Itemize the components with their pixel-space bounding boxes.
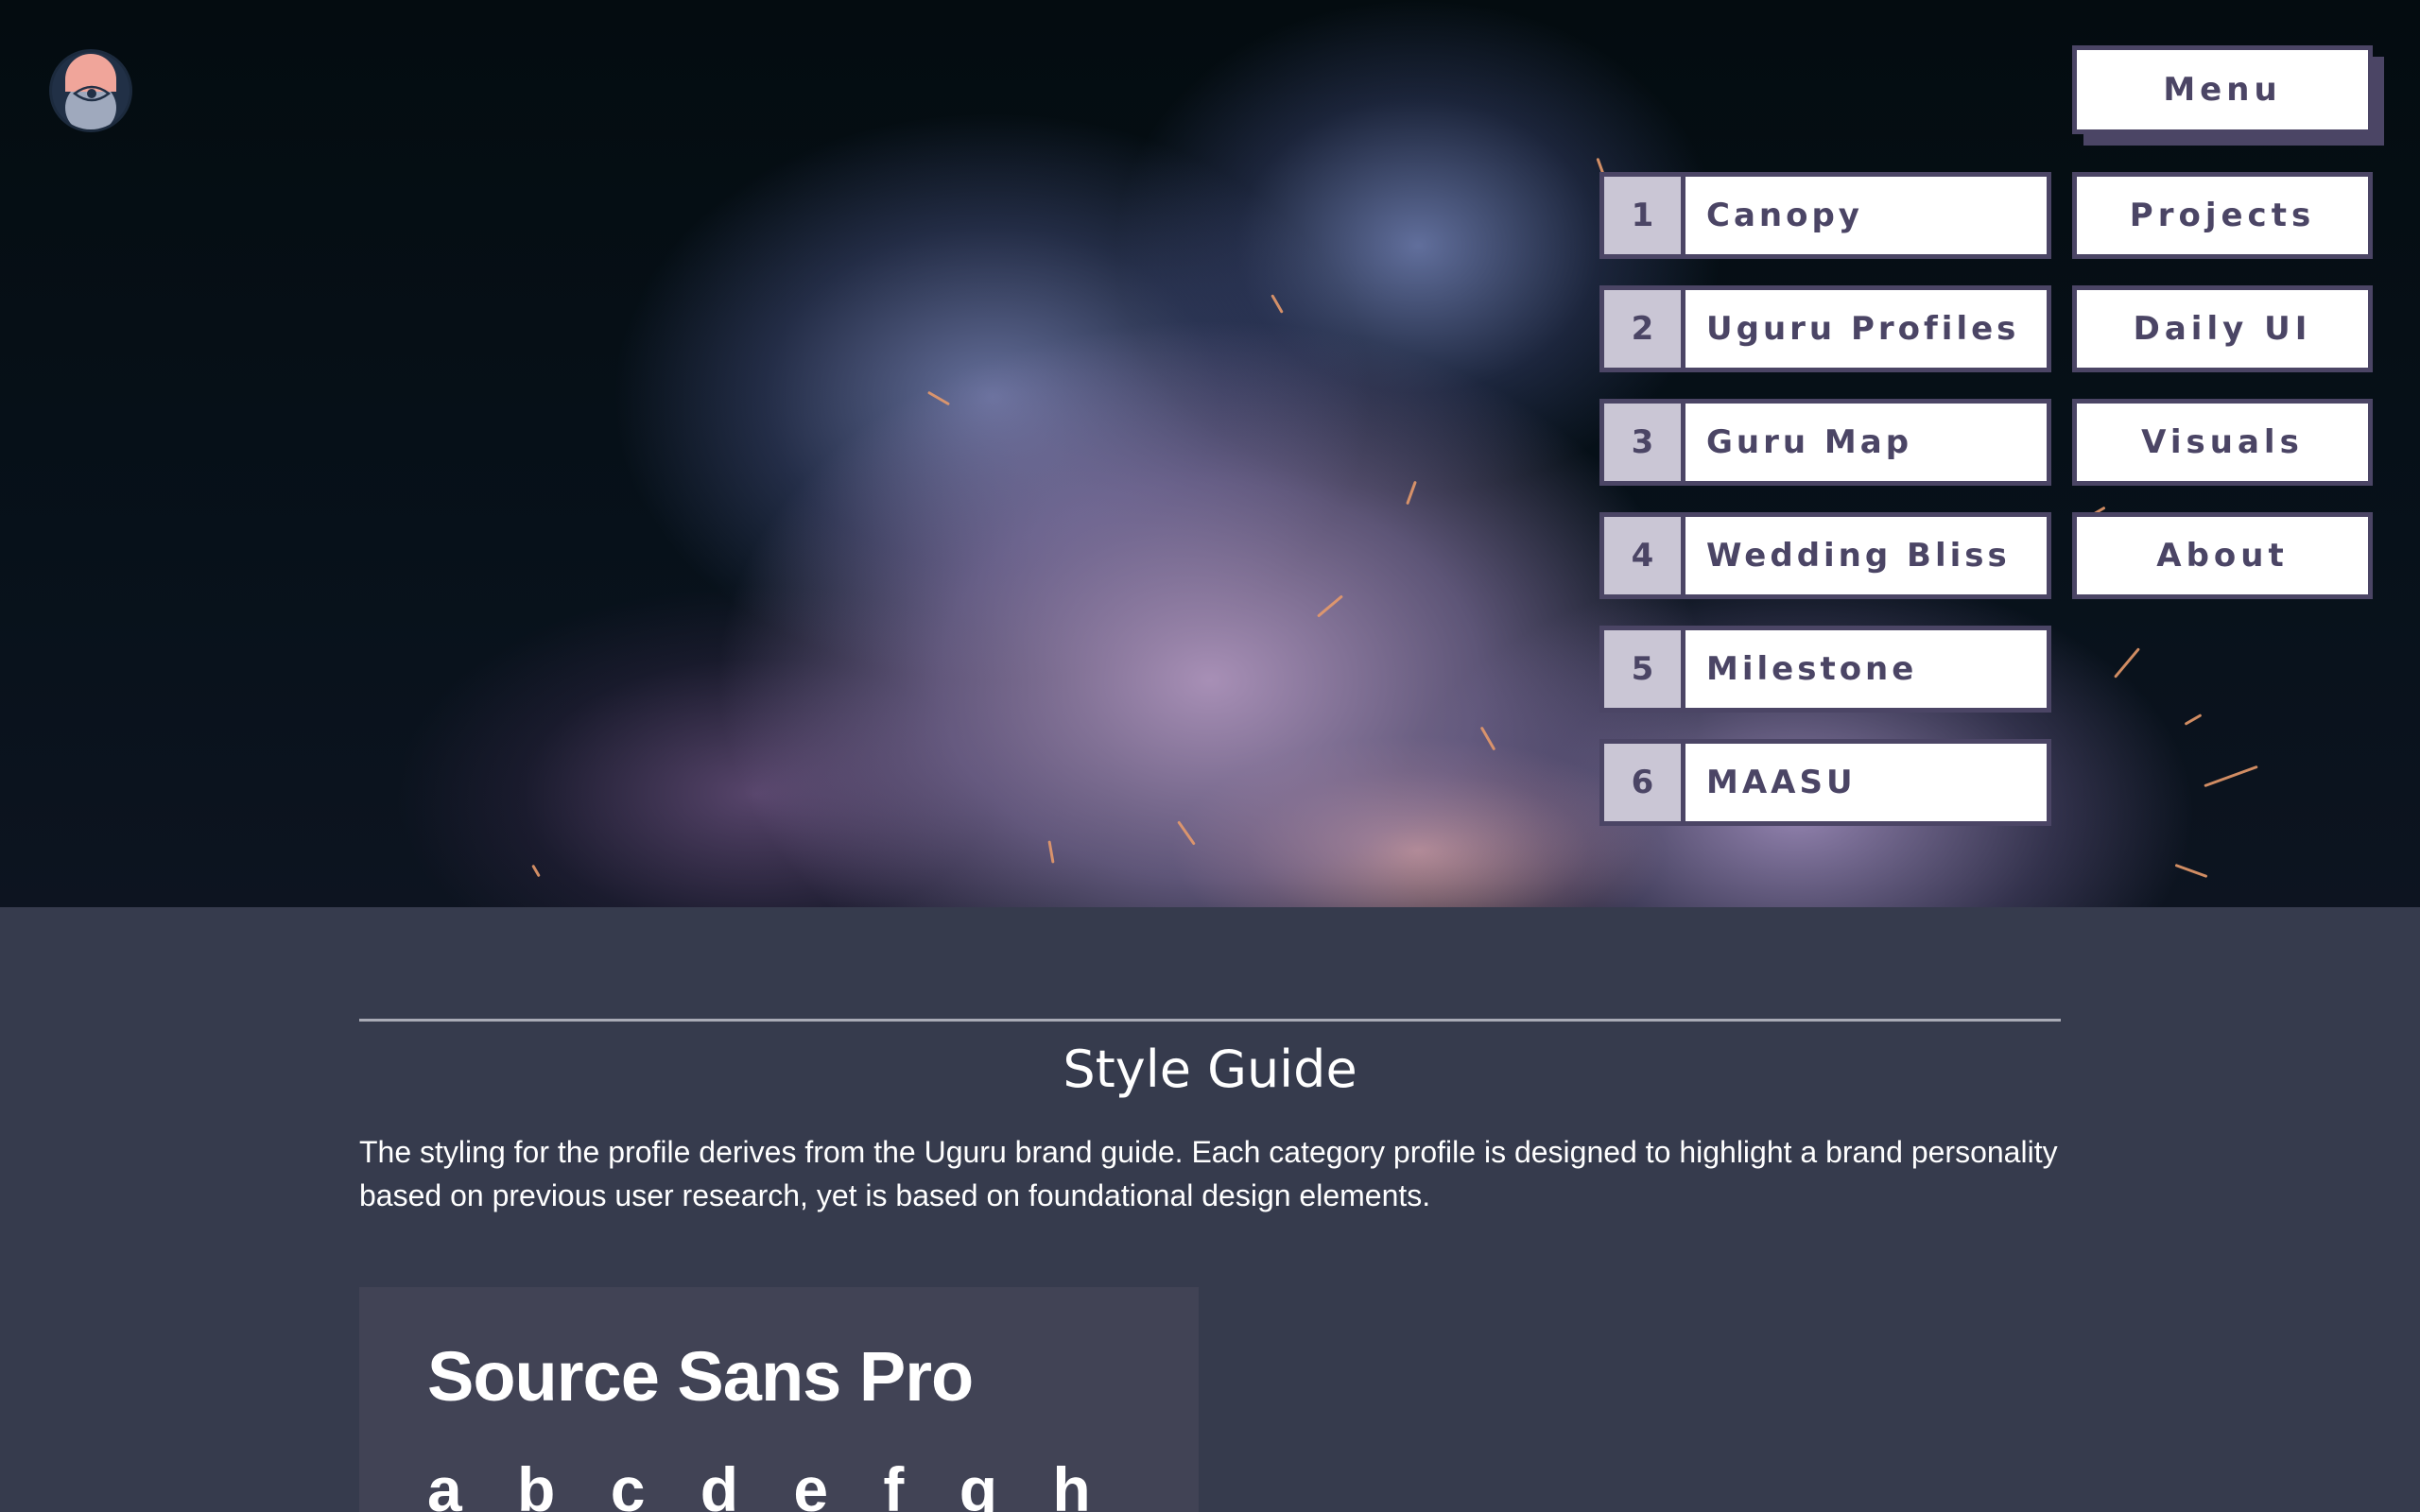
spark bbox=[2113, 647, 2141, 679]
menu-button[interactable]: Menu bbox=[2072, 45, 2373, 134]
spark bbox=[1406, 480, 1417, 506]
project-label: Uguru Profiles bbox=[1706, 310, 2020, 348]
spark bbox=[1317, 594, 1343, 618]
logo[interactable] bbox=[49, 49, 132, 132]
spark bbox=[1047, 840, 1055, 864]
spark bbox=[1479, 726, 1496, 751]
section-description: The styling for the profile derives from… bbox=[359, 1135, 2058, 1212]
section-title: Style Guide bbox=[1063, 1040, 1357, 1099]
project-number: 3 bbox=[1604, 404, 1685, 481]
project-label: Guru Map bbox=[1706, 423, 1913, 461]
project-number: 1 bbox=[1604, 177, 1685, 254]
project-item-guru-map[interactable]: 3 Guru Map bbox=[1599, 399, 2051, 486]
spark bbox=[531, 864, 541, 878]
spark bbox=[2204, 765, 2258, 788]
nav-visuals[interactable]: Visuals bbox=[2072, 399, 2373, 486]
project-label: Canopy bbox=[1706, 197, 1863, 234]
spark bbox=[2184, 713, 2203, 726]
project-number: 6 bbox=[1604, 744, 1685, 821]
typeface-name: Source Sans Pro bbox=[427, 1337, 974, 1416]
typeface-sample-letters: a b c d e f g h bbox=[427, 1454, 1091, 1512]
section-divider bbox=[359, 1019, 2061, 1022]
spark bbox=[2174, 863, 2208, 879]
hero-image bbox=[0, 0, 2420, 907]
project-label: Milestone bbox=[1706, 650, 1918, 688]
eye-icon bbox=[73, 85, 111, 102]
typeface-card: Source Sans Pro a b c d e f g h bbox=[359, 1287, 1199, 1512]
spark bbox=[1177, 820, 1196, 846]
project-item-canopy[interactable]: 1 Canopy bbox=[1599, 172, 2051, 259]
project-item-wedding-bliss[interactable]: 4 Wedding Bliss bbox=[1599, 512, 2051, 599]
project-item-maasu[interactable]: 6 MAASU bbox=[1599, 739, 2051, 826]
project-number: 5 bbox=[1604, 630, 1685, 708]
project-label: Wedding Bliss bbox=[1706, 537, 2011, 575]
spark bbox=[926, 390, 951, 406]
project-number: 4 bbox=[1604, 517, 1685, 594]
nav-about[interactable]: About bbox=[2072, 512, 2373, 599]
project-label: MAASU bbox=[1706, 764, 1857, 801]
project-item-uguru-profiles[interactable]: 2 Uguru Profiles bbox=[1599, 285, 2051, 372]
project-item-milestone[interactable]: 5 Milestone bbox=[1599, 626, 2051, 713]
nav-projects[interactable]: Projects bbox=[2072, 172, 2373, 259]
project-number: 2 bbox=[1604, 290, 1685, 368]
nav-daily-ui[interactable]: Daily UI bbox=[2072, 285, 2373, 372]
spark bbox=[1270, 294, 1284, 314]
